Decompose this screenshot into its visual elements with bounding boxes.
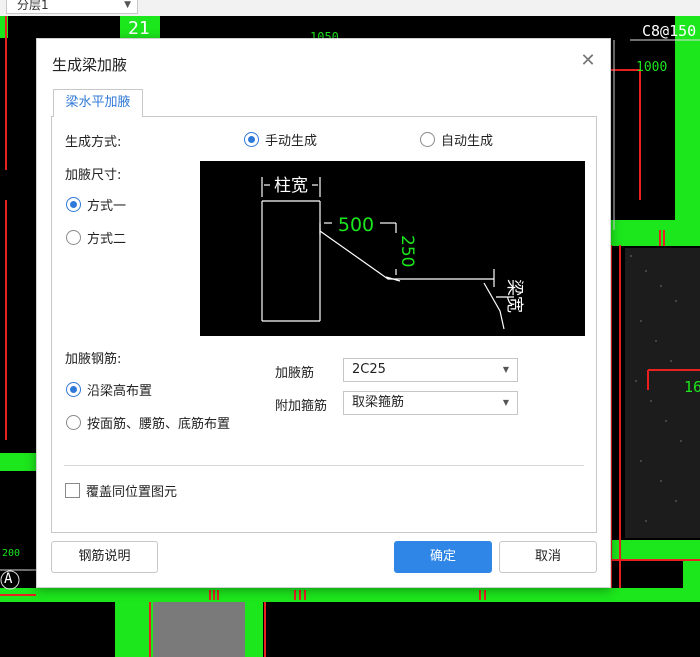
rebar-info-button[interactable]: 钢筋说明 (51, 541, 158, 573)
haunch-bar-label: 加腋筋 (275, 366, 315, 381)
radio-label: 方式一 (87, 199, 127, 214)
close-icon[interactable]: ✕ (578, 51, 598, 71)
chevron-down-icon: ▼ (502, 398, 509, 407)
beam-width-label: 梁宽 (504, 279, 524, 313)
checkbox-label: 覆盖同位置图元 (86, 485, 178, 500)
cad-label: 200 (2, 548, 21, 559)
haunch-dialog: 生成梁加腋 ✕ 梁水平加腋 生成方式: 手动生成 自动生成 加腋尺寸: 方式一 … (36, 38, 611, 588)
radio-mode-one[interactable]: 方式一 (66, 195, 126, 214)
radio-indicator (66, 197, 81, 212)
haunch-rebar-label: 加腋钢筋: (65, 352, 122, 367)
radio-auto-generate[interactable]: 自动生成 (420, 130, 493, 149)
haunch-preview: 柱宽 500 250 梁宽 (200, 161, 585, 336)
generate-mode-label: 生成方式: (65, 135, 122, 150)
haunch-bar-select[interactable]: 2C25 ▼ (343, 358, 518, 382)
dimension-250-label: 250 (397, 235, 417, 267)
layer-select-value: 分层1 (17, 0, 49, 12)
dialog-title: 生成梁加腋 (52, 56, 128, 74)
radio-indicator (66, 415, 81, 430)
haunch-size-label: 加腋尺寸: (65, 168, 122, 183)
overwrite-checkbox[interactable]: 覆盖同位置图元 (65, 481, 177, 500)
top-toolbar: 分层1 ▼ (0, 0, 700, 16)
layer-select[interactable]: 分层1 ▼ (6, 0, 138, 14)
haunch-diagram: 柱宽 500 250 梁宽 (261, 176, 524, 330)
chevron-down-icon: ▼ (502, 365, 509, 374)
radio-along-beam-height[interactable]: 沿梁高布置 (66, 380, 152, 399)
radio-indicator (244, 132, 259, 147)
cad-label: 21 (128, 18, 150, 39)
ok-button[interactable]: 确定 (394, 541, 492, 573)
radio-label: 沿梁高布置 (87, 384, 153, 399)
column-width-label: 柱宽 (274, 176, 308, 196)
cad-label: 1000 (636, 60, 668, 75)
radio-mode-two[interactable]: 方式二 (66, 228, 126, 247)
radio-label: 方式二 (87, 232, 127, 247)
stirrup-label: 附加箍筋 (275, 399, 328, 414)
checkbox-indicator (65, 483, 80, 498)
radio-indicator (420, 132, 435, 147)
radio-label: 按面筋、腰筋、底筋布置 (87, 417, 231, 432)
radio-indicator (66, 382, 81, 397)
cad-label: 16 (684, 378, 700, 396)
stirrup-select[interactable]: 取梁箍筋 ▼ (343, 391, 518, 415)
radio-by-face-waist-bottom[interactable]: 按面筋、腰筋、底筋布置 (66, 413, 230, 432)
dimension-500-label: 500 (338, 214, 374, 236)
tab-horizontal-haunch[interactable]: 梁水平加腋 (53, 89, 143, 117)
radio-label: 手动生成 (265, 134, 318, 149)
haunch-bar-value: 2C25 (352, 362, 386, 377)
radio-indicator (66, 230, 81, 245)
radio-manual-generate[interactable]: 手动生成 (244, 130, 317, 149)
tab-panel: 生成方式: 手动生成 自动生成 加腋尺寸: 方式一 方式二 柱宽 500 250… (51, 116, 597, 533)
chevron-down-icon: ▼ (124, 0, 131, 10)
stirrup-value: 取梁箍筋 (352, 395, 405, 410)
radio-label: 自动生成 (441, 134, 494, 149)
cad-label: A (4, 571, 13, 587)
divider (64, 465, 584, 466)
cancel-button[interactable]: 取消 (499, 541, 597, 573)
cad-label: C8@150 (642, 22, 697, 40)
